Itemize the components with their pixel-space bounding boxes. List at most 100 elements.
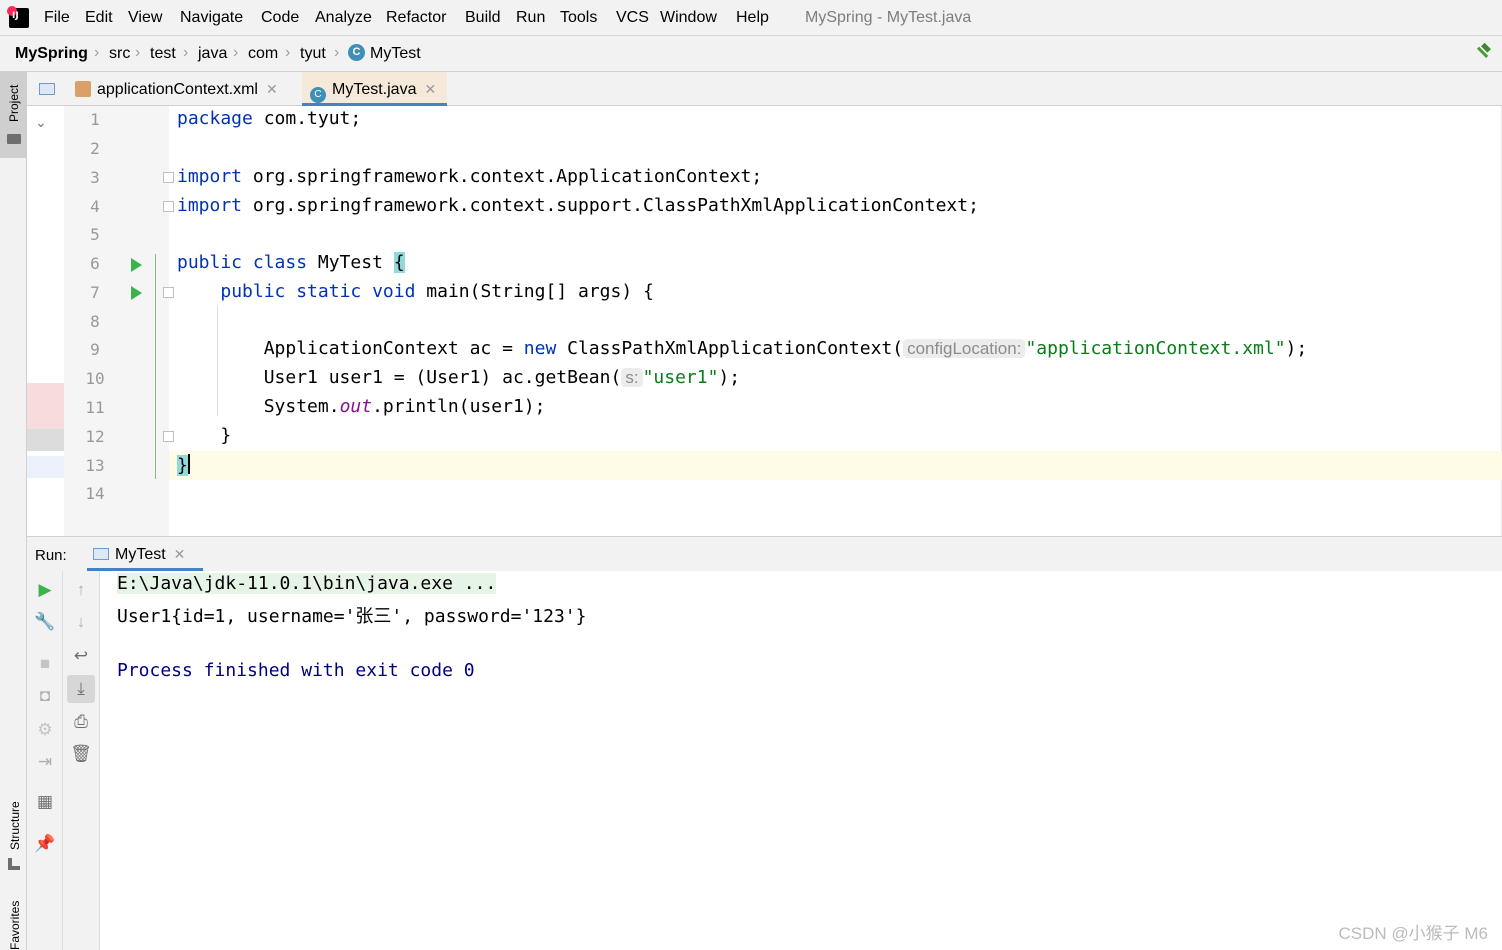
keyword: import (177, 166, 243, 187)
run-toolbar-secondary: ↑ ↓ ↩ ⤓ ⎙ 🗑 (63, 571, 100, 950)
menu-file[interactable]: File (44, 9, 70, 27)
code-line-10: User1 user1 = (User1) ac.getBean(s: "user… (177, 367, 740, 388)
menu-vcs[interactable]: VCS (616, 9, 649, 27)
line-number: 7 (90, 283, 100, 302)
line-number: 1 (90, 110, 100, 129)
code-line-1: package com.tyut; (177, 108, 361, 129)
stop-icon[interactable]: ■ (34, 653, 56, 675)
class-name: MyTest (307, 252, 394, 273)
menu-build[interactable]: Build (465, 9, 501, 27)
code-line-3: import org.springframework.context.Appli… (177, 166, 762, 187)
fold-icon[interactable] (163, 287, 174, 298)
fold-icon[interactable] (163, 431, 174, 442)
breadcrumb-java[interactable]: java (198, 45, 227, 63)
project-view-icon[interactable] (39, 83, 55, 95)
build-hammer-icon[interactable] (1474, 43, 1494, 63)
breadcrumb-com[interactable]: com (248, 45, 278, 63)
xml-file-icon (75, 81, 91, 97)
code-text: ClassPathXmlApplicationContext( (556, 338, 904, 359)
menu-analyze[interactable]: Analyze (315, 9, 372, 27)
arrow-up-icon[interactable]: ↑ (70, 579, 92, 601)
current-line-highlight (169, 451, 1502, 480)
soft-wrap-icon[interactable]: ↩ (70, 645, 92, 667)
line-number: 3 (90, 168, 100, 187)
code-text: .println(user1); (372, 396, 546, 417)
menu-code[interactable]: Code (261, 9, 299, 27)
breadcrumb-tyut[interactable]: tyut (300, 45, 326, 63)
fold-icon[interactable] (163, 201, 174, 212)
line-number: 4 (90, 197, 100, 216)
trash-icon[interactable]: 🗑 (70, 743, 92, 765)
menu-help[interactable]: Help (736, 9, 769, 27)
code-text: User1 user1 = (User1) ac.getBean( (177, 367, 622, 388)
menu-edit[interactable]: Edit (85, 9, 113, 27)
run-tab-label: MyTest (115, 546, 166, 563)
menu-navigate[interactable]: Navigate (180, 9, 243, 27)
arrow-down-icon[interactable]: ↓ (70, 611, 92, 633)
run-method-icon[interactable] (131, 286, 142, 300)
tab-label: MyTest.java (332, 81, 417, 98)
print-icon[interactable]: ⎙ (70, 711, 92, 733)
breadcrumb-test[interactable]: test (150, 45, 176, 63)
code-line-6: public class MyTest { (177, 252, 405, 273)
project-tool-tab[interactable]: Project (0, 72, 27, 158)
code-text: ); (1285, 338, 1308, 359)
method-scope-line (155, 254, 156, 479)
tab-mytest-java[interactable]: C MyTest.java ✕ (302, 72, 447, 106)
login-icon[interactable]: ⇥ (34, 751, 56, 773)
line-number: 6 (90, 254, 100, 273)
run-class-icon[interactable] (131, 258, 142, 272)
breadcrumb-mytest[interactable]: MyTest (370, 45, 421, 63)
code-editor[interactable]: ⌄ 1 2 3 4 5 6 7 8 9 10 11 12 13 14 packa… (27, 106, 1502, 536)
run-tool-window: Run: MyTest ✕ ▶ 🔧 ■ ◘ ⚙ ⇥ ▦ 📌 ↑ ↓ ↩ ⤓ ⎙ 🗑… (27, 536, 1502, 950)
menu-bar: File Edit View Navigate Code Analyze Ref… (0, 0, 1502, 36)
code-line-7: public static void main(String[] args) { (177, 281, 654, 302)
breadcrumb-separator-icon: › (183, 44, 189, 61)
code-line-11: System.out.println(user1); (177, 396, 546, 417)
close-icon[interactable]: ✕ (424, 81, 436, 97)
java-class-icon: C (310, 87, 326, 103)
keyword: public class (177, 252, 308, 273)
menu-tools[interactable]: Tools (560, 9, 597, 27)
menu-view[interactable]: View (128, 9, 162, 27)
favorites-tool-tab[interactable]: Favorites (8, 901, 22, 950)
rerun-icon[interactable]: ▶ (34, 579, 56, 601)
code-text: main(String[] args) { (415, 281, 654, 302)
line-number: 5 (90, 225, 100, 244)
code-line-12: } (177, 425, 231, 446)
editor-margin-selection (27, 429, 64, 451)
menu-refactor[interactable]: Refactor (386, 9, 446, 27)
fold-icon[interactable] (163, 172, 174, 183)
wrench-icon[interactable]: 🔧 (34, 611, 56, 633)
code-text: ApplicationContext ac = (177, 338, 524, 359)
line-number: 2 (90, 139, 100, 158)
brace-match: } (177, 455, 188, 476)
camera-icon[interactable]: ◘ (34, 685, 56, 707)
run-toolbar-primary: ▶ 🔧 ■ ◘ ⚙ ⇥ ▦ 📌 (27, 571, 63, 950)
structure-tool-tab[interactable]: Structure (8, 801, 22, 850)
keyword: package (177, 108, 253, 129)
window-title: MySpring - MyTest.java (805, 9, 972, 26)
keyword: import (177, 195, 243, 216)
console-output[interactable]: E:\Java\jdk-11.0.1\bin\java.exe ... User… (117, 571, 1502, 950)
code-text: org.springframework.context.support.Clas… (242, 195, 979, 216)
editor-margin-error-marks (27, 383, 64, 429)
tab-applicationcontext-xml[interactable]: applicationContext.xml ✕ (75, 72, 295, 106)
run-tab-mytest[interactable]: MyTest ✕ (87, 537, 203, 571)
menu-run[interactable]: Run (516, 9, 545, 27)
breadcrumb-separator-icon: › (135, 44, 141, 61)
close-icon[interactable]: ✕ (174, 546, 186, 562)
editor-margin-caret (27, 456, 64, 478)
project-tab-label: Project (7, 84, 21, 122)
close-icon[interactable]: ✕ (266, 81, 278, 97)
layout-icon[interactable]: ▦ (34, 791, 56, 813)
settings-gear-icon[interactable]: ⚙ (34, 719, 56, 741)
scroll-to-end-icon[interactable]: ⤓ (67, 675, 95, 703)
chevron-down-icon[interactable]: ⌄ (35, 114, 47, 131)
breadcrumb-project[interactable]: MySpring (15, 45, 88, 63)
breadcrumb-src[interactable]: src (109, 45, 130, 63)
code-line-9: ApplicationContext ac = new ClassPathXml… (177, 338, 1308, 359)
menu-window[interactable]: Window (660, 9, 717, 27)
code-line-13: } (177, 454, 190, 476)
pin-icon[interactable]: 📌 (34, 833, 56, 855)
